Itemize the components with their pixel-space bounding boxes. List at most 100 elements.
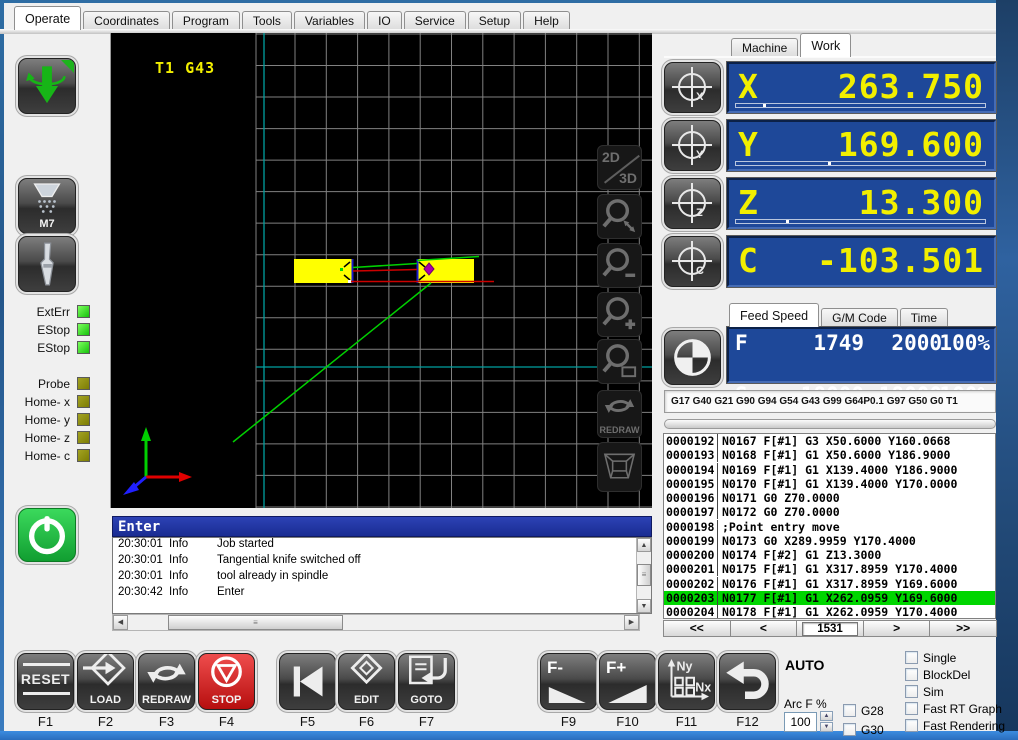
log-horizontal-scrollbar[interactable]: ◀ ≡ ▶ [112,614,640,631]
feed-plus-button[interactable]: F+ [599,653,656,710]
menu-tab-help[interactable]: Help [523,11,570,30]
toolpath-viewport[interactable]: T1 G43 2D 3D [110,33,652,508]
dro-progress-tick [828,162,831,165]
coolant-m7-button[interactable]: M7 [18,178,76,234]
nav-next-button[interactable]: > [863,620,931,637]
menu-tab-variables[interactable]: Variables [294,11,365,30]
gcode-line[interactable]: 0000202N0176 F[#1] G1 X317.8959 Y169.600… [664,577,995,591]
scroll-right-button[interactable]: ▶ [624,615,639,630]
reset-button[interactable]: RESET [17,653,74,710]
work-zero-button[interactable] [664,330,721,385]
menu-tab-io[interactable]: IO [367,11,402,30]
gcode-line-text: N0174 F[#2] G1 Z13.3000 [718,548,881,562]
checkbox[interactable] [905,719,918,732]
menu-tab-tools[interactable]: Tools [242,11,292,30]
log-box[interactable]: 20:30:01 Info Job started 20:30:01 Info … [112,537,652,614]
gcode-line[interactable]: 0000200N0174 F[#2] G1 Z13.3000 [664,548,995,562]
axis-zero-button[interactable]: Z [664,178,721,229]
nx-ny-grid-icon: Ny Nx [659,654,714,709]
gcode-line[interactable]: 0000204N0178 F[#1] G1 X262.0959 Y170.400… [664,605,995,619]
reset-label: RESET [18,671,73,687]
spindle-button[interactable] [18,58,76,114]
scroll-down-button[interactable]: ▼ [637,599,651,613]
led-lamp [77,341,90,354]
feed-minus-button[interactable]: F- [540,653,597,710]
nav-first-button[interactable]: << [663,620,731,637]
stop-button[interactable]: STOP [198,653,255,710]
arc-f-input[interactable]: 100 [784,712,817,732]
gcode-line-current[interactable]: 0000203N0177 F[#1] G1 X262.0959 Y169.600… [664,591,995,605]
zoom-out-button[interactable] [597,243,642,288]
redraw-button[interactable]: REDRAW [138,653,195,710]
goto-button[interactable]: GOTO [398,653,455,710]
checkbox[interactable] [905,685,918,698]
gcode-line[interactable]: 0000201N0175 F[#1] G1 X317.8959 Y170.400… [664,562,995,576]
menu-tab-operate[interactable]: Operate [14,6,81,30]
nav-prev-button[interactable]: < [730,620,798,637]
gcode-line[interactable]: 0000194N0169 F[#1] G1 X139.4000 Y186.900… [664,463,995,477]
gcode-line[interactable]: 0000192N0167 F[#1] G3 X50.6000 Y160.0668 [664,434,995,448]
stop-icon [199,654,254,692]
feed-plus-text: F+ [606,658,626,678]
dro-tab-machine[interactable]: Machine [731,38,798,57]
feed-tab-feed-speed[interactable]: Feed Speed [729,303,819,327]
zoom-extents-button[interactable] [597,194,642,239]
gcode-line[interactable]: 0000193N0168 F[#1] G1 X50.6000 Y186.9000 [664,448,995,462]
view-3d-box-button[interactable] [597,442,642,492]
arc-f-down-button[interactable]: ▼ [820,722,833,732]
load-button[interactable]: LOAD [77,653,134,710]
dro-tab-work[interactable]: Work [800,33,851,57]
redraw-label: REDRAW [139,694,194,706]
gcode-line[interactable]: 0000199N0173 G0 X289.9959 Y170.4000 [664,534,995,548]
nesting-nxny-button[interactable]: Ny Nx [658,653,715,710]
scroll-up-button[interactable]: ▲ [637,538,651,552]
redraw-overlay-button[interactable]: REDRAW [597,390,642,438]
hscroll-thumb[interactable]: ≡ [168,615,343,630]
checkbox[interactable] [905,651,918,664]
checkbox[interactable] [843,723,856,736]
nav-last-button[interactable]: >> [929,620,997,637]
checkbox[interactable] [843,704,856,717]
gcode-line[interactable]: 0000195N0170 F[#1] G1 X139.4000 Y170.000… [664,477,995,491]
gcode-line-text: ;Point entry move [718,520,840,534]
checkbox[interactable] [905,668,918,681]
dro-axis-letter: X [738,67,758,106]
checkbox[interactable] [905,702,918,715]
status-indicator-home-z: Home- z [0,430,96,446]
dro-axis-value: -103.501 [817,241,984,280]
back-button[interactable] [719,653,776,710]
axis-zero-button[interactable]: C [664,236,721,287]
scroll-thumb[interactable]: ≡ [637,564,651,586]
menu-tab-program[interactable]: Program [172,11,240,30]
zoom-window-button[interactable] [597,339,642,384]
rewind-button[interactable] [279,653,336,710]
gcode-listing[interactable]: 0000192N0167 F[#1] G3 X50.6000 Y160.0668… [663,433,996,619]
window-border-right[interactable] [996,0,1018,740]
axis-zero-button[interactable]: X [664,62,721,113]
arc-f-up-button[interactable]: ▲ [820,711,833,721]
feed-tab-g-m-code[interactable]: G/M Code [821,308,898,327]
menu-tab-service[interactable]: Service [404,11,466,30]
gcode-line[interactable]: 0000196N0171 G0 Z70.0000 [664,491,995,505]
menu-tab-setup[interactable]: Setup [468,11,521,30]
log-time: 20:30:01 [118,570,163,582]
svg-text:Z: Z [696,207,703,219]
log-vertical-scrollbar[interactable]: ▲ ≡ ▼ [636,538,651,613]
edit-button[interactable]: EDIT [338,653,395,710]
scroll-left-button[interactable]: ◀ [113,615,128,630]
axis-zero-button[interactable]: Y [664,120,721,171]
gcode-line[interactable]: 0000198;Point entry move [664,520,995,534]
led-lamp [77,431,90,444]
feed-tab-time[interactable]: Time [900,308,948,327]
menu-tab-coordinates[interactable]: Coordinates [83,11,170,30]
axes-triad [123,427,192,495]
toolpath-canvas [111,33,652,508]
view-2d3d-button[interactable]: 2D 3D [597,145,642,190]
gcode-line-text: N0178 F[#1] G1 X262.0959 Y170.4000 [718,605,957,619]
svg-text:C: C [696,265,704,277]
zoom-in-button[interactable] [597,292,642,337]
tangential-knife-button[interactable] [18,236,76,292]
gcode-line[interactable]: 0000197N0172 G0 Z70.0000 [664,505,995,519]
power-button[interactable] [18,508,76,562]
gcode-line-text: N0168 F[#1] G1 X50.6000 Y186.9000 [718,448,950,462]
